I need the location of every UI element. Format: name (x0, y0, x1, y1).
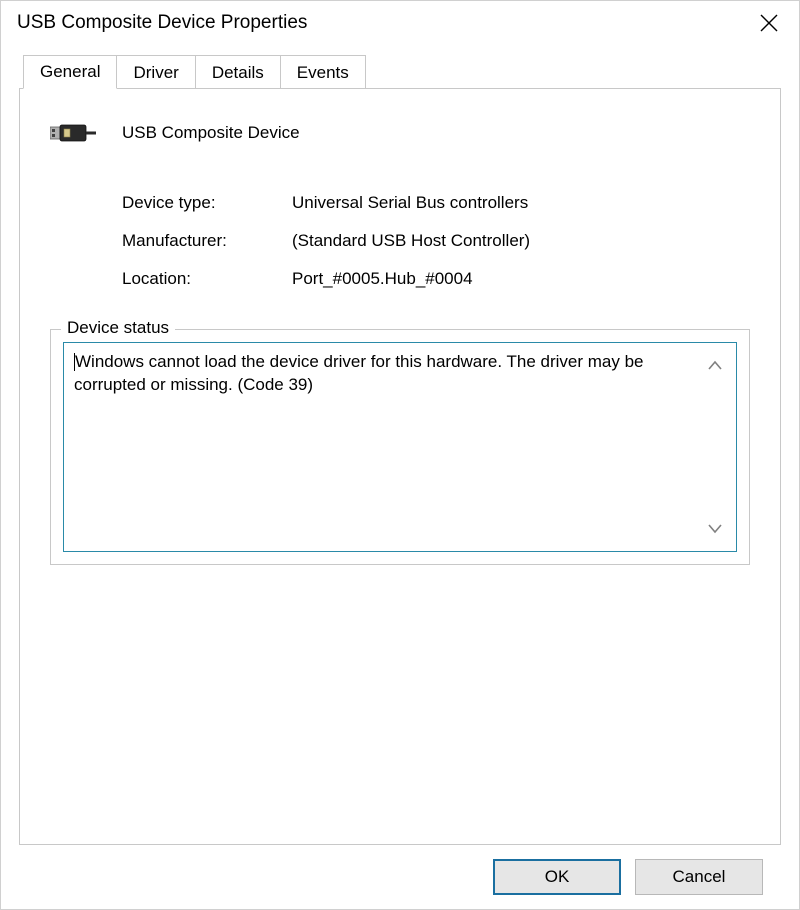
device-status-fieldset: Device status Windows cannot load the de… (50, 329, 750, 565)
titlebar: USB Composite Device Properties (1, 1, 799, 45)
tab-details[interactable]: Details (195, 55, 281, 88)
device-info-grid: Device type: Universal Serial Bus contro… (122, 193, 750, 289)
device-status-text: Windows cannot load the device driver fo… (74, 351, 704, 543)
device-status-message: Windows cannot load the device driver fo… (74, 352, 644, 394)
device-type-value: Universal Serial Bus controllers (292, 193, 750, 213)
content-area: General Driver Details Events USB Comp (1, 45, 799, 909)
properties-window: USB Composite Device Properties General … (0, 0, 800, 910)
location-value: Port_#0005.Hub_#0004 (292, 269, 750, 289)
close-icon (760, 14, 778, 32)
tab-row: General Driver Details Events (23, 55, 781, 88)
window-title: USB Composite Device Properties (17, 12, 307, 34)
status-scrollbar[interactable] (704, 351, 726, 543)
device-status-legend: Device status (61, 318, 175, 338)
manufacturer-value: (Standard USB Host Controller) (292, 231, 750, 251)
tab-driver[interactable]: Driver (116, 55, 195, 88)
device-type-label: Device type: (122, 193, 292, 213)
location-label: Location: (122, 269, 292, 289)
device-name: USB Composite Device (122, 123, 300, 143)
device-header: USB Composite Device (50, 113, 750, 153)
dialog-button-row: OK Cancel (19, 845, 781, 895)
usb-device-icon (50, 113, 98, 153)
cancel-button[interactable]: Cancel (635, 859, 763, 895)
tab-general[interactable]: General (23, 55, 117, 89)
ok-button[interactable]: OK (493, 859, 621, 895)
tab-panel-general: USB Composite Device Device type: Univer… (19, 88, 781, 845)
device-status-textbox[interactable]: Windows cannot load the device driver fo… (63, 342, 737, 552)
scroll-down-icon[interactable] (708, 519, 722, 539)
tab-events[interactable]: Events (280, 55, 366, 88)
scroll-up-icon[interactable] (708, 355, 722, 375)
manufacturer-label: Manufacturer: (122, 231, 292, 251)
close-button[interactable] (753, 7, 785, 39)
